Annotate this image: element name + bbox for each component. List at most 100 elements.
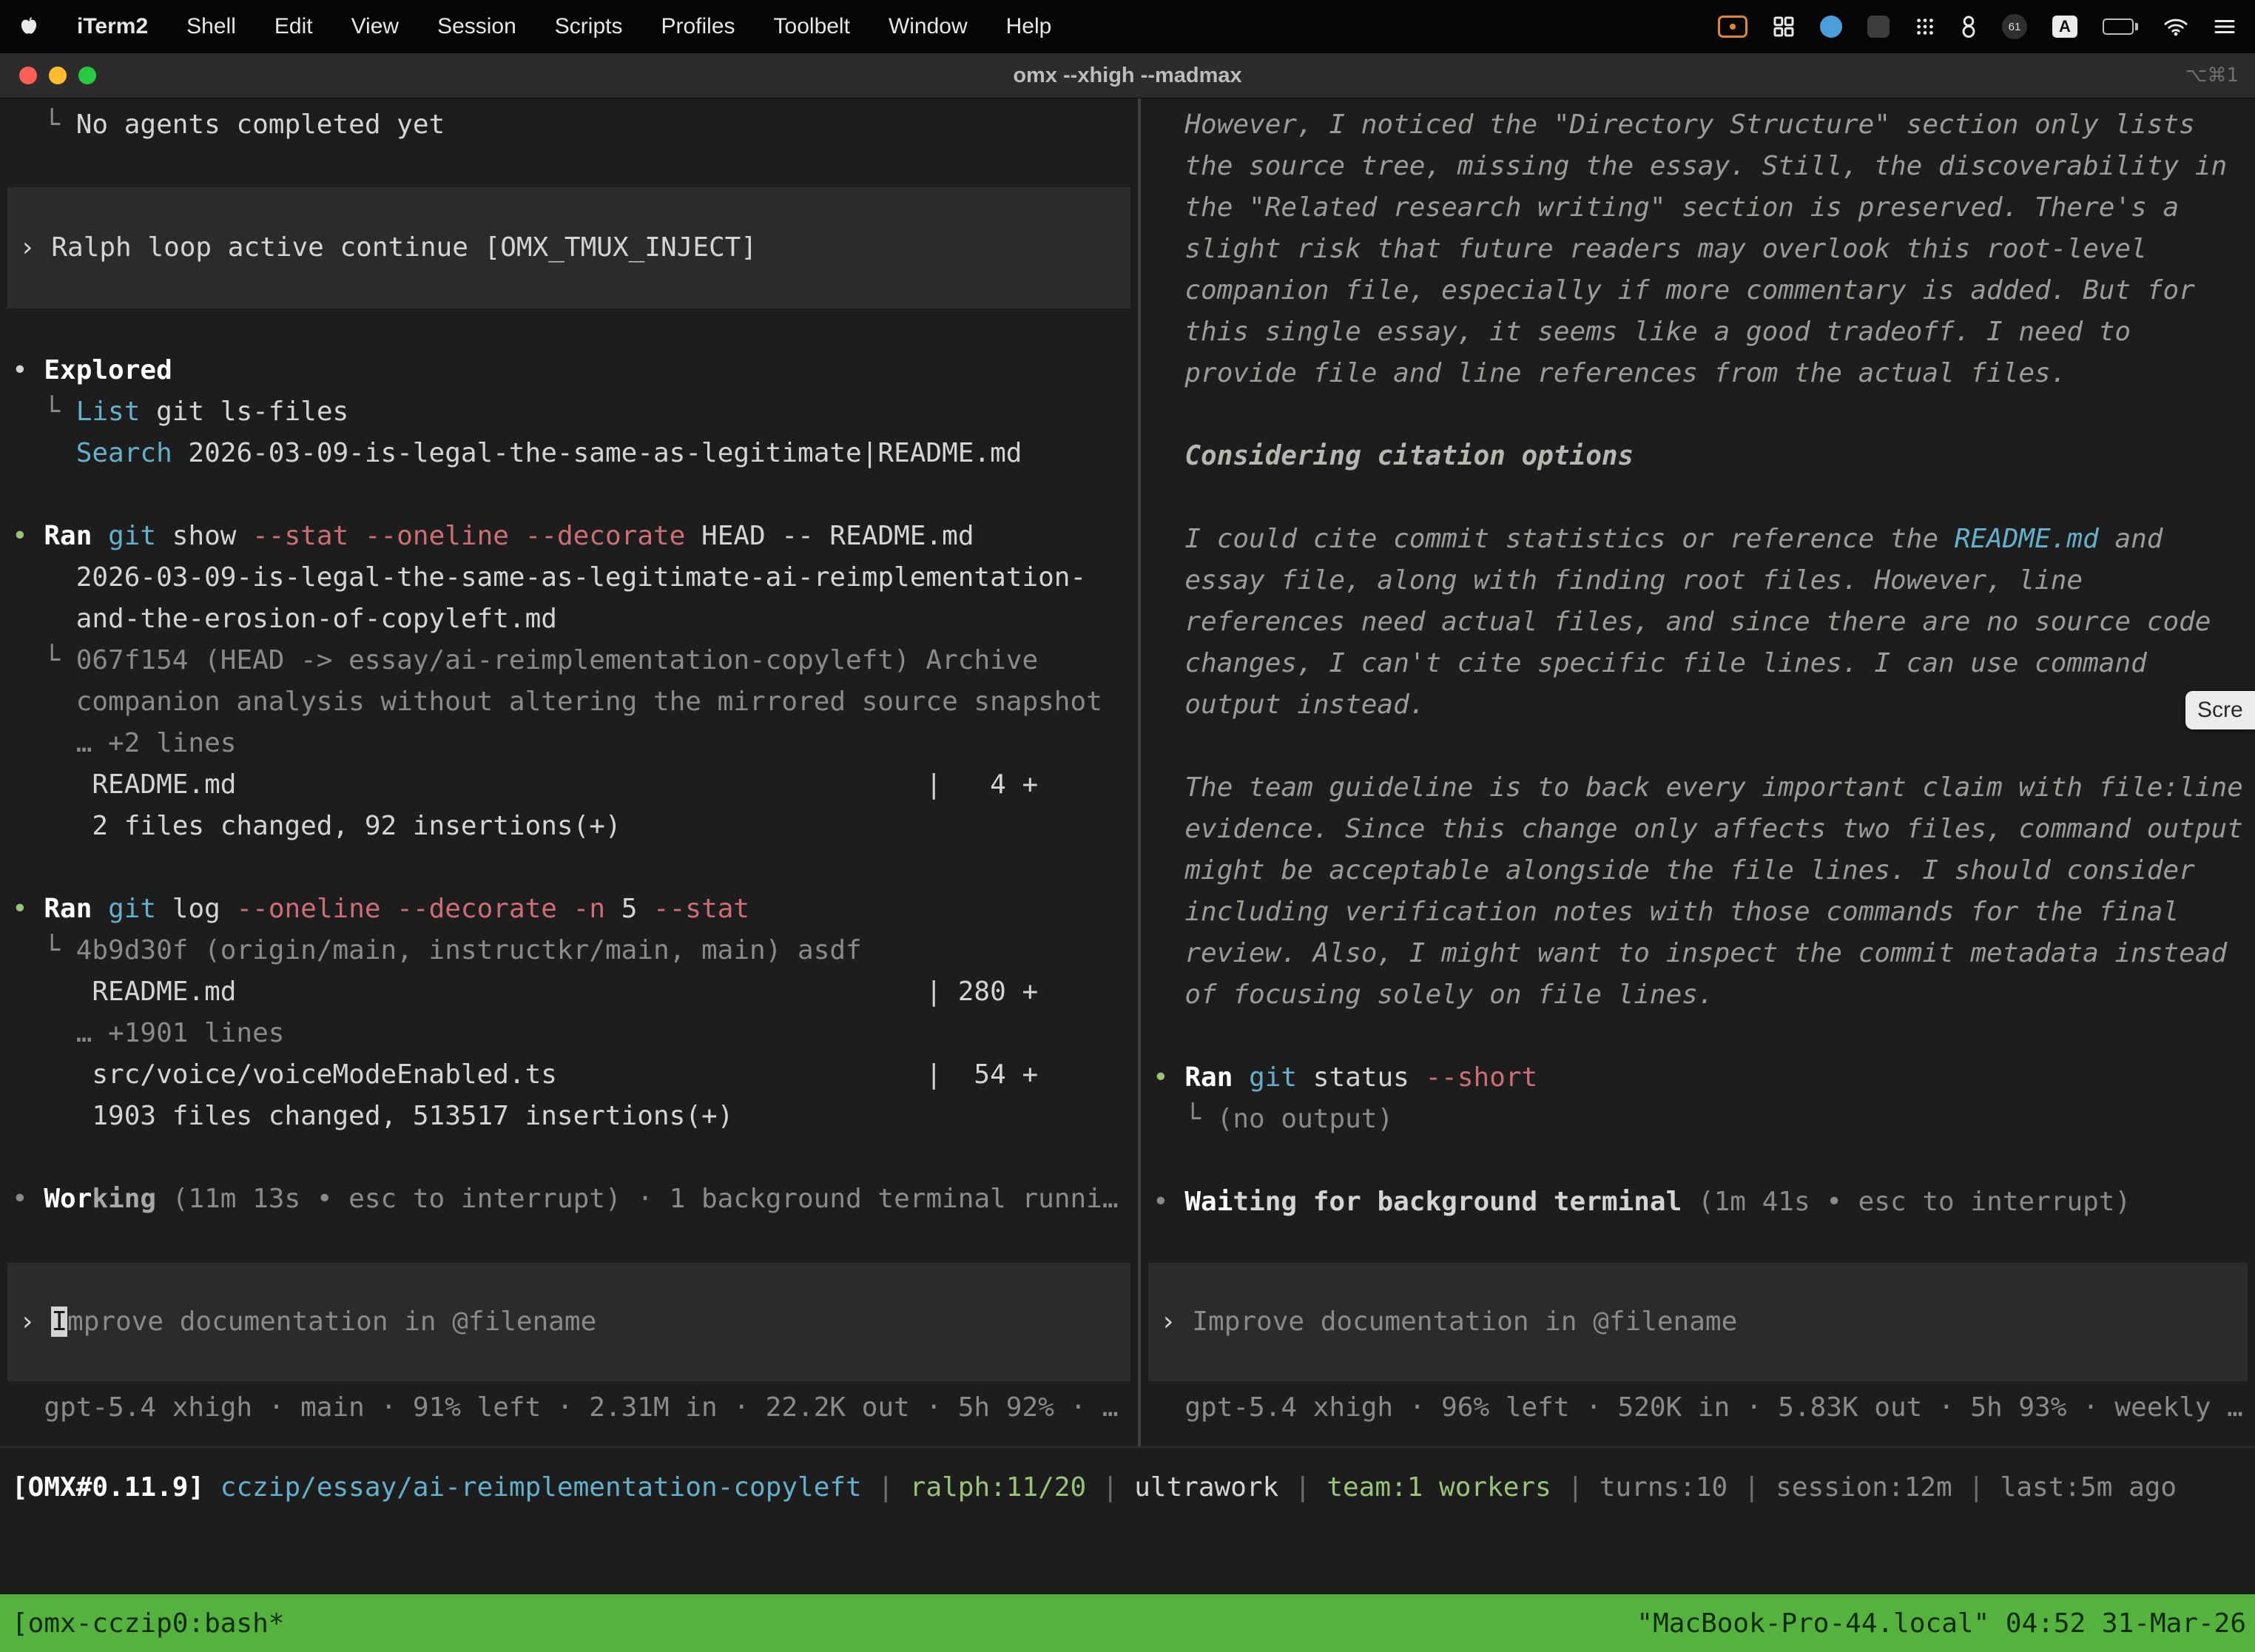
prompt-input[interactable]: › Improve documentation in @filename (7, 1263, 1130, 1381)
list-menu-icon[interactable] (2214, 17, 2236, 36)
close-button[interactable] (19, 67, 37, 84)
wifi-icon[interactable] (2163, 16, 2188, 37)
window-shortcut-hint: ⌥⌘1 (2185, 53, 2239, 98)
text-segment: session:12m (1776, 1472, 1952, 1503)
zoom-button[interactable] (78, 67, 96, 84)
text-segment: … +2 lines (12, 728, 236, 758)
thinking-heading: Considering citation options (1141, 436, 2255, 477)
text-segment: List (76, 397, 141, 427)
menu-scripts[interactable]: Scripts (555, 14, 623, 39)
terminal-line: └ List git ls-files (0, 391, 1138, 433)
text-segment: | (862, 1472, 910, 1503)
text-segment: the source tree, missing the essay. Stil… (1153, 151, 2227, 181)
menu-shell[interactable]: Shell (186, 14, 236, 39)
text-segment: including verification notes with those … (1153, 897, 2179, 927)
text-segment: git (108, 894, 156, 924)
terminal-line: slight risk that future readers may over… (1141, 229, 2255, 270)
battery-icon[interactable] (2103, 18, 2138, 35)
dark-app-icon[interactable] (1867, 16, 1890, 38)
text-segment (557, 894, 573, 924)
prompt-input[interactable]: › Improve documentation in @filename (1148, 1263, 2248, 1381)
text-segment: and (2099, 524, 2163, 554)
text-segment: review. Also, I might want to inspect th… (1153, 938, 2227, 968)
minimize-button[interactable] (49, 67, 67, 84)
menu-profiles[interactable]: Profiles (661, 14, 735, 39)
text-segment: the "Related research writing" section i… (1153, 192, 2179, 223)
version-badge-icon[interactable]: 61 (2002, 14, 2027, 39)
text-segment: README.md | 280 + (12, 977, 1038, 1007)
text-segment: mprove documentation in @filename (67, 1307, 596, 1337)
text-segment: └ (1153, 1104, 1217, 1134)
waiting-status-line: • Waiting for background terminal (1m 41… (1141, 1181, 2255, 1223)
dots-grid-icon[interactable] (1915, 16, 1935, 37)
input-source-icon[interactable]: A (2052, 16, 2077, 38)
screen: iTerm2 Shell Edit View Session Scripts Profile… (0, 0, 2255, 1651)
blank-line (0, 1137, 1138, 1179)
text-segment: might be acceptable alongside the file l… (1153, 855, 2195, 886)
left-pane[interactable]: └ No agents completed yet› Ralph loop ac… (0, 98, 1138, 1446)
text-segment: › (19, 1307, 51, 1337)
text-segment: Considering citation options (1153, 441, 1634, 471)
text-segment: 4b9d30f (origin/main, instructkr/main, m… (76, 935, 862, 965)
text-segment: Improve documentation in @filename (1192, 1307, 1737, 1337)
menu-iterm2[interactable]: iTerm2 (77, 14, 148, 39)
terminal-line: and-the-erosion-of-copyleft.md (0, 599, 1138, 640)
text-segment: ralph:11/20 (910, 1472, 1086, 1503)
terminal-line: 1903 files changed, 513517 insertions(+) (0, 1096, 1138, 1137)
terminal-line: evidence. Since this change only affects… (1141, 809, 2255, 850)
menu-edit[interactable]: Edit (274, 14, 313, 39)
text-segment: (11m 13s • esc to interrupt) · 1 backgro… (156, 1184, 1118, 1214)
window-tiles-icon[interactable] (1773, 16, 1795, 38)
terminal-line: └ (no output) (1141, 1099, 2255, 1140)
text-segment: The team guideline is to back every impo… (1153, 772, 2243, 803)
text-segment: team:1 workers (1327, 1472, 1551, 1503)
tmux-session-label[interactable]: [omx-cczip0:bash* (12, 1608, 284, 1639)
text-segment: git (1249, 1062, 1297, 1093)
text-segment: Ralph loop active continue [OMX_TMUX_INJ… (51, 232, 757, 263)
screen-share-tab[interactable]: Scre (2185, 691, 2255, 729)
blank-line (1141, 1140, 2255, 1181)
right-pane[interactable]: However, I noticed the "Directory Struct… (1141, 98, 2255, 1446)
terminal-line: Search 2026-03-09-is-legal-the-same-as-l… (0, 433, 1138, 474)
terminal-line: README.md | 4 + (0, 764, 1138, 806)
text-segment: • (12, 355, 44, 385)
text-segment: • (1153, 1062, 1184, 1093)
terminal-line: changes, I can't cite specific file line… (1141, 643, 2255, 684)
menu-bar-status-icons: 61 A (1718, 14, 2236, 39)
blank-line (0, 146, 1138, 187)
menu-window[interactable]: Window (889, 14, 968, 39)
traffic-lights (19, 67, 96, 84)
blue-app-icon[interactable] (1820, 16, 1842, 38)
apple-menu-icon[interactable] (19, 16, 38, 38)
text-segment: | (1086, 1472, 1134, 1503)
ralph-loop-banner: › Ralph loop active continue [OMX_TMUX_I… (7, 187, 1130, 309)
text-segment (204, 1472, 220, 1503)
text-segment: last:5m ago (2000, 1472, 2177, 1503)
text-segment: git (108, 521, 156, 551)
text-segment: 1903 files changed, 513517 insertions(+) (12, 1101, 733, 1131)
text-segment: evidence. Since this change only affects… (1153, 814, 2243, 844)
text-segment: --short (1426, 1062, 1538, 1093)
figure-eight-icon[interactable] (1961, 15, 1977, 38)
text-segment: king (92, 1184, 156, 1214)
menu-view[interactable]: View (351, 14, 399, 39)
omx-status-line: [OMX#0.11.9] cczip/essay/ai-reimplementa… (0, 1467, 2255, 1508)
text-segment: --stat --oneline --decorate (252, 521, 685, 551)
blank-line (1141, 477, 2255, 519)
menu-help[interactable]: Help (1006, 14, 1052, 39)
blank-line (0, 309, 1138, 350)
text-segment: └ (12, 935, 76, 965)
text-segment (12, 438, 76, 468)
menu-bar: iTerm2 Shell Edit View Session Scripts Profile… (0, 0, 2255, 53)
text-segment: -n (573, 894, 605, 924)
text-segment: gpt-5.4 xhigh · 96% left · 520K in · 5.8… (1153, 1392, 2243, 1423)
text-segment: turns:10 (1600, 1472, 1728, 1503)
text-segment: └ (12, 109, 76, 140)
terminal-line: … +2 lines (0, 723, 1138, 764)
menu-session[interactable]: Session (437, 14, 516, 39)
menu-toolbelt[interactable]: Toolbelt (774, 14, 850, 39)
text-segment (1233, 1062, 1249, 1093)
tmux-status-bar: [omx-cczip0:bash* "MacBook-Pro-44.local"… (0, 1594, 2255, 1652)
text-segment: --stat (653, 894, 749, 924)
recording-indicator-icon[interactable] (1718, 16, 1747, 38)
